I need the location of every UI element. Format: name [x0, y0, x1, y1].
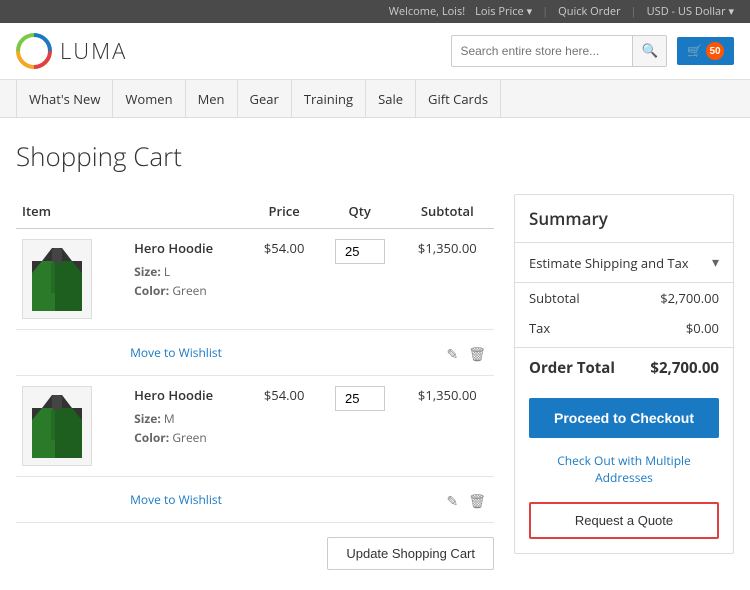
cart-layout: Item Price Qty Subtotal	[16, 194, 734, 570]
item-info-cell-2: Hero Hoodie Size: M Color: Green	[124, 376, 249, 477]
item-info: Hero Hoodie Size: L Color: Green	[130, 239, 243, 299]
search-input[interactable]	[452, 44, 632, 58]
nav-training[interactable]: Training	[292, 80, 366, 118]
update-cart-button[interactable]: Update Shopping Cart	[327, 537, 494, 570]
nav-whats-new[interactable]: What's New	[16, 80, 113, 118]
multishipping-section: Check Out with Multiple Addresses	[515, 448, 733, 496]
item-actions-1: ✎ 🗑	[444, 340, 488, 365]
wishlist-actions-row-1: Move to Wishlist ✎ 🗑	[16, 330, 494, 376]
item-image-cell	[16, 229, 124, 330]
item-image-cell-2	[16, 376, 124, 477]
cart-table-header: Item Price Qty Subtotal	[16, 194, 494, 229]
welcome-text: Welcome, Lois!	[389, 4, 465, 19]
item-size-2: Size: M	[134, 410, 243, 427]
proceed-to-checkout-button[interactable]: Proceed to Checkout	[529, 398, 719, 438]
subtotal-label: Subtotal	[529, 289, 580, 307]
table-row: Hero Hoodie Size: L Color: Green	[16, 229, 494, 330]
top-bar: Welcome, Lois! Lois Price ▾ | Quick Orde…	[0, 0, 750, 23]
order-total-value: $2,700.00	[650, 358, 719, 378]
item-price: $54.00	[249, 229, 318, 330]
col-price: Price	[249, 194, 318, 229]
col-item: Item	[16, 194, 249, 229]
logo-text: LUMA	[60, 36, 127, 66]
cart-main: Item Price Qty Subtotal	[16, 194, 494, 570]
move-wishlist-link-2[interactable]: Move to Wishlist	[130, 491, 222, 508]
cart-badge: 50	[706, 42, 724, 60]
nav-men[interactable]: Men	[186, 80, 238, 118]
cart-button[interactable]: 🛒 50	[677, 37, 734, 65]
hoodie-image-icon	[27, 243, 87, 315]
header-right: 🔍 🛒 50	[451, 35, 734, 67]
table-row: Hero Hoodie Size: M Color: Green	[16, 376, 494, 477]
col-qty: Qty	[319, 194, 401, 229]
item-image	[22, 239, 92, 319]
hoodie-image-2-icon	[27, 390, 87, 462]
cart-table: Item Price Qty Subtotal	[16, 194, 494, 523]
item-actions-2: ✎ 🗑	[444, 487, 488, 512]
summary-box: Summary Estimate Shipping and Tax Subtot…	[514, 194, 734, 554]
wishlist-and-actions-1: Move to Wishlist ✎ 🗑	[130, 340, 488, 365]
item-info-2: Hero Hoodie Size: M Color: Green	[130, 386, 243, 446]
item-image-2	[22, 386, 92, 466]
main-nav: What's New Women Men Gear Training Sale …	[0, 80, 750, 118]
site-header: LUMA 🔍 🛒 50	[0, 23, 750, 80]
tax-row: Tax $0.00	[515, 313, 733, 343]
move-wishlist-link-1[interactable]: Move to Wishlist	[130, 344, 222, 361]
item-qty-input-2[interactable]	[335, 386, 385, 411]
quick-order-link[interactable]: Quick Order	[558, 4, 620, 19]
item-color-2: Color: Green	[134, 429, 243, 446]
wishlist-and-actions-2: Move to Wishlist ✎ 🗑	[130, 487, 488, 512]
order-total-row: Order Total $2,700.00	[515, 347, 733, 388]
cart-footer: Update Shopping Cart	[16, 537, 494, 570]
item-qty-cell-2	[319, 376, 401, 477]
col-subtotal: Subtotal	[401, 194, 494, 229]
summary-title: Summary	[515, 195, 733, 243]
tax-value: $0.00	[686, 319, 719, 337]
nav-gear[interactable]: Gear	[238, 80, 292, 118]
nav-gift-cards[interactable]: Gift Cards	[416, 80, 501, 118]
user-menu[interactable]: Lois Price ▾	[475, 4, 532, 19]
subtotal-value: $2,700.00	[660, 289, 719, 307]
tax-label: Tax	[529, 319, 550, 337]
item-info-cell: Hero Hoodie Size: L Color: Green	[124, 229, 249, 330]
item-qty-cell	[319, 229, 401, 330]
item-qty-input[interactable]	[335, 239, 385, 264]
item-subtotal: $1,350.00	[401, 229, 494, 330]
edit-item-button-1[interactable]: ✎	[444, 344, 460, 365]
item-size: Size: L	[134, 263, 243, 280]
item-name-2: Hero Hoodie	[134, 386, 243, 404]
order-total-label: Order Total	[529, 358, 615, 378]
request-quote-button[interactable]: Request a Quote	[529, 502, 719, 539]
nav-women[interactable]: Women	[113, 80, 185, 118]
search-box: 🔍	[451, 35, 667, 67]
multishipping-link[interactable]: Check Out with Multiple Addresses	[557, 452, 691, 486]
currency-selector[interactable]: USD - US Dollar ▾	[647, 4, 734, 19]
search-button[interactable]: 🔍	[632, 36, 666, 66]
item-color: Color: Green	[134, 282, 243, 299]
delete-item-button-1[interactable]: 🗑	[466, 344, 488, 365]
cart-summary: Summary Estimate Shipping and Tax Subtot…	[514, 194, 734, 570]
estimate-shipping-toggle[interactable]: Estimate Shipping and Tax	[515, 243, 733, 283]
item-price-2: $54.00	[249, 376, 318, 477]
page-content: Shopping Cart Item Price Qty Subtotal	[0, 118, 750, 590]
luma-logo-icon	[16, 33, 52, 69]
wishlist-actions-row-2: Move to Wishlist ✎ 🗑	[16, 477, 494, 523]
shipping-label: Estimate Shipping and Tax	[529, 254, 689, 272]
item-subtotal-2: $1,350.00	[401, 376, 494, 477]
cart-icon: 🛒	[687, 44, 702, 58]
subtotal-row: Subtotal $2,700.00	[515, 283, 733, 313]
logo-area: LUMA	[16, 33, 127, 69]
item-name: Hero Hoodie	[134, 239, 243, 257]
chevron-down-icon	[712, 253, 719, 272]
page-title: Shopping Cart	[16, 138, 734, 174]
nav-sale[interactable]: Sale	[366, 80, 416, 118]
